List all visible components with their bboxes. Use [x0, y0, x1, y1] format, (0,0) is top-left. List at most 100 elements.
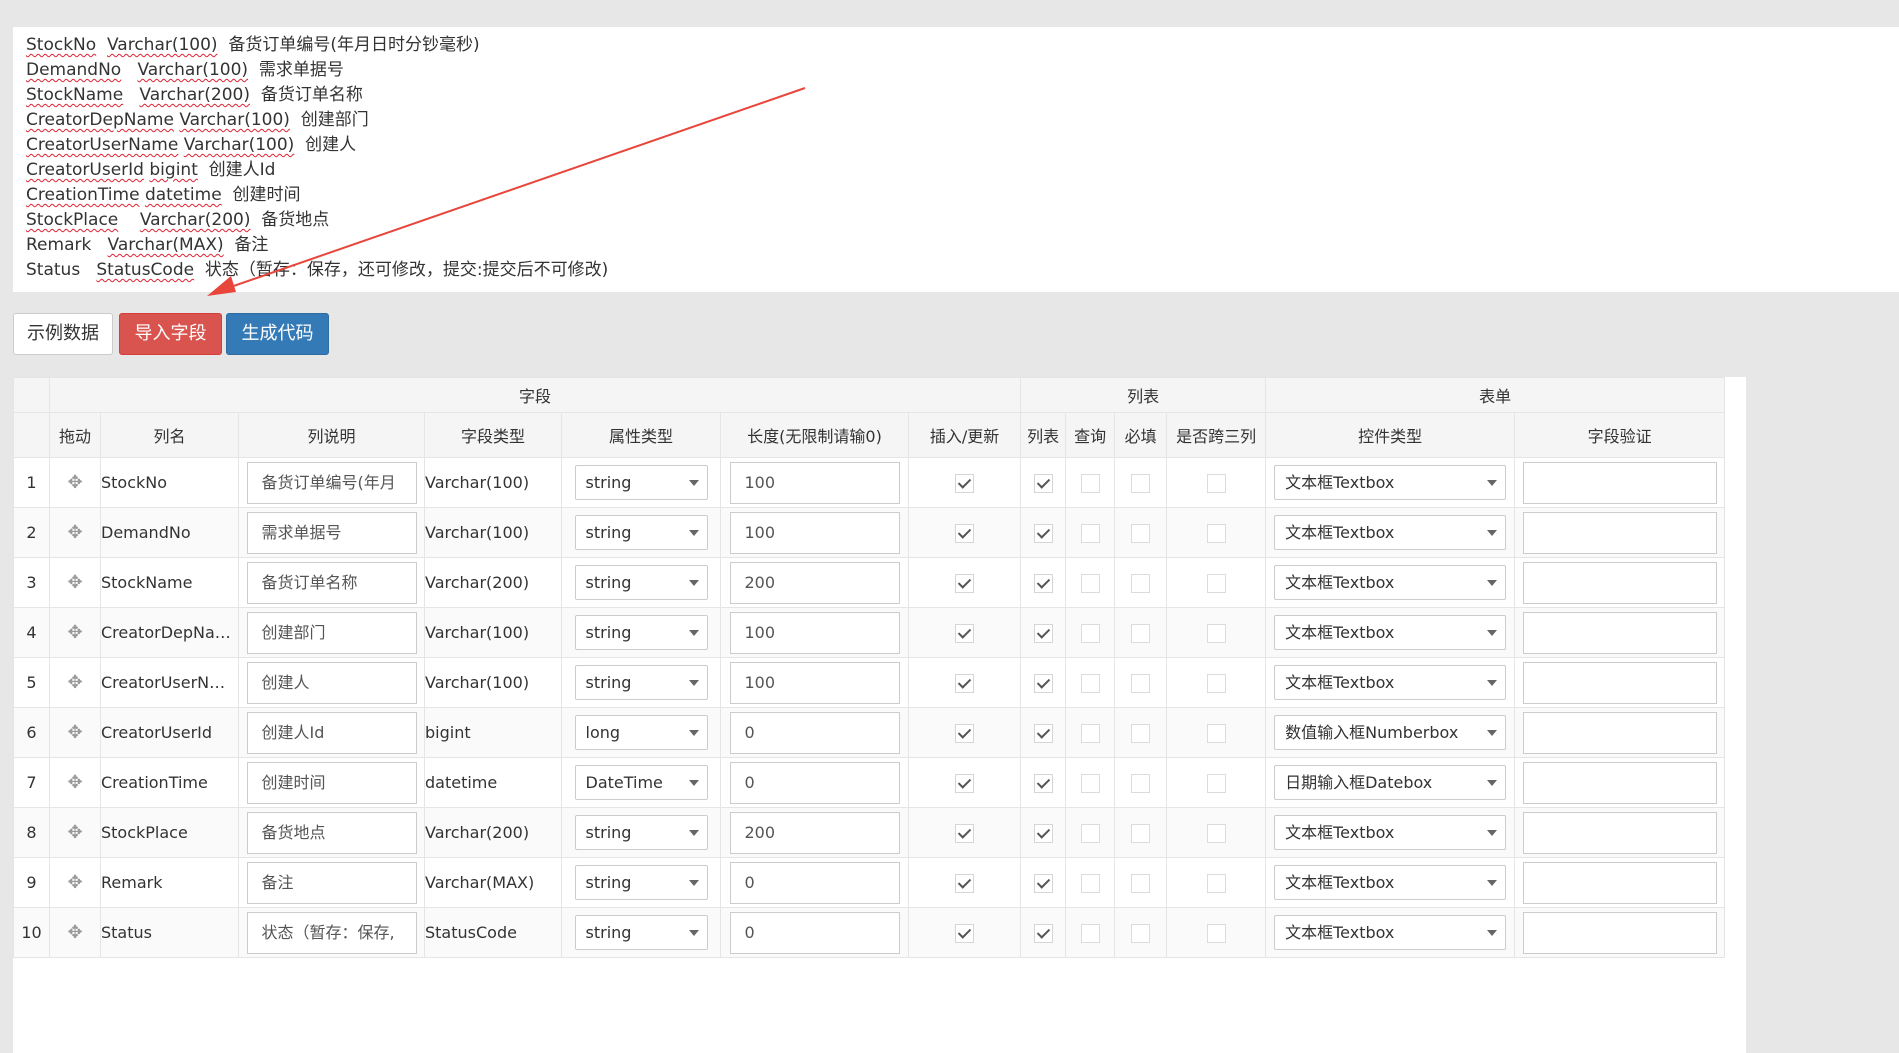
property-type-select[interactable]: DateTime [574, 765, 708, 800]
import-fields-button[interactable]: 导入字段 [119, 313, 222, 355]
property-type-select[interactable]: string [574, 565, 708, 600]
insert-update-checkbox[interactable] [955, 473, 975, 493]
insert-update-checkbox[interactable] [955, 773, 975, 793]
property-type-select[interactable]: string [574, 465, 708, 500]
property-type-select[interactable]: string [574, 815, 708, 850]
query-checkbox[interactable] [1080, 523, 1100, 543]
length-input[interactable]: 0 [729, 711, 900, 754]
column-desc-input[interactable]: 需求单据号 [246, 511, 417, 554]
length-input[interactable]: 100 [729, 611, 900, 654]
drag-handle-icon[interactable]: ✥ [49, 507, 101, 558]
column-desc-input[interactable]: 创建部门 [246, 611, 417, 654]
span-three-columns-checkbox[interactable] [1206, 773, 1226, 793]
field-verify-input[interactable] [1522, 461, 1717, 504]
column-desc-input[interactable]: 备货地点 [246, 811, 417, 854]
span-three-columns-checkbox[interactable] [1206, 823, 1226, 843]
list-checkbox[interactable] [1033, 673, 1053, 693]
length-input[interactable]: 100 [729, 661, 900, 704]
query-checkbox[interactable] [1080, 823, 1100, 843]
control-type-select[interactable]: 文本框Textbox [1274, 815, 1507, 850]
span-three-columns-checkbox[interactable] [1206, 523, 1226, 543]
span-three-columns-checkbox[interactable] [1206, 573, 1226, 593]
list-checkbox[interactable] [1033, 523, 1053, 543]
drag-handle-icon[interactable]: ✥ [49, 907, 101, 958]
list-checkbox[interactable] [1033, 873, 1053, 893]
column-desc-input[interactable]: 备注 [246, 861, 417, 904]
query-checkbox[interactable] [1080, 623, 1100, 643]
control-type-select[interactable]: 数值输入框Numberbox [1274, 715, 1507, 750]
query-checkbox[interactable] [1080, 673, 1100, 693]
control-type-select[interactable]: 文本框Textbox [1274, 615, 1507, 650]
insert-update-checkbox[interactable] [955, 573, 975, 593]
column-desc-input[interactable]: 状态（暂存：保存, [246, 911, 417, 954]
required-checkbox[interactable] [1131, 723, 1151, 743]
property-type-select[interactable]: string [574, 915, 708, 950]
field-verify-input[interactable] [1522, 761, 1717, 804]
length-input[interactable]: 0 [729, 761, 900, 804]
column-desc-input[interactable]: 创建时间 [246, 761, 417, 804]
drag-handle-icon[interactable]: ✥ [49, 457, 101, 508]
length-input[interactable]: 200 [729, 811, 900, 854]
span-three-columns-checkbox[interactable] [1206, 873, 1226, 893]
drag-handle-icon[interactable]: ✥ [49, 707, 101, 758]
list-checkbox[interactable] [1033, 923, 1053, 943]
span-three-columns-checkbox[interactable] [1206, 473, 1226, 493]
length-input[interactable]: 100 [729, 461, 900, 504]
required-checkbox[interactable] [1131, 473, 1151, 493]
length-input[interactable]: 100 [729, 511, 900, 554]
list-checkbox[interactable] [1033, 573, 1053, 593]
drag-handle-icon[interactable]: ✥ [49, 757, 101, 808]
list-checkbox[interactable] [1033, 723, 1053, 743]
field-verify-input[interactable] [1522, 861, 1717, 904]
sample-data-button[interactable]: 示例数据 [13, 313, 113, 355]
query-checkbox[interactable] [1080, 873, 1100, 893]
query-checkbox[interactable] [1080, 773, 1100, 793]
required-checkbox[interactable] [1131, 623, 1151, 643]
drag-handle-icon[interactable]: ✥ [49, 807, 101, 858]
required-checkbox[interactable] [1131, 823, 1151, 843]
span-three-columns-checkbox[interactable] [1206, 923, 1226, 943]
insert-update-checkbox[interactable] [955, 673, 975, 693]
property-type-select[interactable]: string [574, 865, 708, 900]
insert-update-checkbox[interactable] [955, 873, 975, 893]
insert-update-checkbox[interactable] [955, 823, 975, 843]
control-type-select[interactable]: 文本框Textbox [1274, 515, 1507, 550]
field-verify-input[interactable] [1522, 811, 1717, 854]
field-verify-input[interactable] [1522, 511, 1717, 554]
required-checkbox[interactable] [1131, 773, 1151, 793]
control-type-select[interactable]: 文本框Textbox [1274, 565, 1507, 600]
control-type-select[interactable]: 文本框Textbox [1274, 915, 1507, 950]
insert-update-checkbox[interactable] [955, 623, 975, 643]
required-checkbox[interactable] [1131, 573, 1151, 593]
column-desc-input[interactable]: 创建人 [246, 661, 417, 704]
query-checkbox[interactable] [1080, 723, 1100, 743]
drag-handle-icon[interactable]: ✥ [49, 857, 101, 908]
span-three-columns-checkbox[interactable] [1206, 673, 1226, 693]
drag-handle-icon[interactable]: ✥ [49, 657, 101, 708]
required-checkbox[interactable] [1131, 523, 1151, 543]
control-type-select[interactable]: 日期输入框Datebox [1274, 765, 1507, 800]
required-checkbox[interactable] [1131, 673, 1151, 693]
drag-handle-icon[interactable]: ✥ [49, 607, 101, 658]
field-verify-input[interactable] [1522, 711, 1717, 754]
control-type-select[interactable]: 文本框Textbox [1274, 665, 1507, 700]
length-input[interactable]: 200 [729, 561, 900, 604]
insert-update-checkbox[interactable] [955, 723, 975, 743]
list-checkbox[interactable] [1033, 823, 1053, 843]
field-verify-input[interactable] [1522, 611, 1717, 654]
insert-update-checkbox[interactable] [955, 923, 975, 943]
field-definition-textarea[interactable]: StockNo Varchar(100) 备货订单编号(年月日时分钞毫秒) Dem… [13, 27, 1899, 292]
property-type-select[interactable]: long [574, 715, 708, 750]
list-checkbox[interactable] [1033, 473, 1053, 493]
column-desc-input[interactable]: 备货订单名称 [246, 561, 417, 604]
span-three-columns-checkbox[interactable] [1206, 623, 1226, 643]
control-type-select[interactable]: 文本框Textbox [1274, 465, 1507, 500]
list-checkbox[interactable] [1033, 773, 1053, 793]
field-verify-input[interactable] [1522, 561, 1717, 604]
drag-handle-icon[interactable]: ✥ [49, 557, 101, 608]
span-three-columns-checkbox[interactable] [1206, 723, 1226, 743]
property-type-select[interactable]: string [574, 515, 708, 550]
required-checkbox[interactable] [1131, 873, 1151, 893]
property-type-select[interactable]: string [574, 615, 708, 650]
column-desc-input[interactable]: 备货订单编号(年月 [246, 461, 417, 504]
